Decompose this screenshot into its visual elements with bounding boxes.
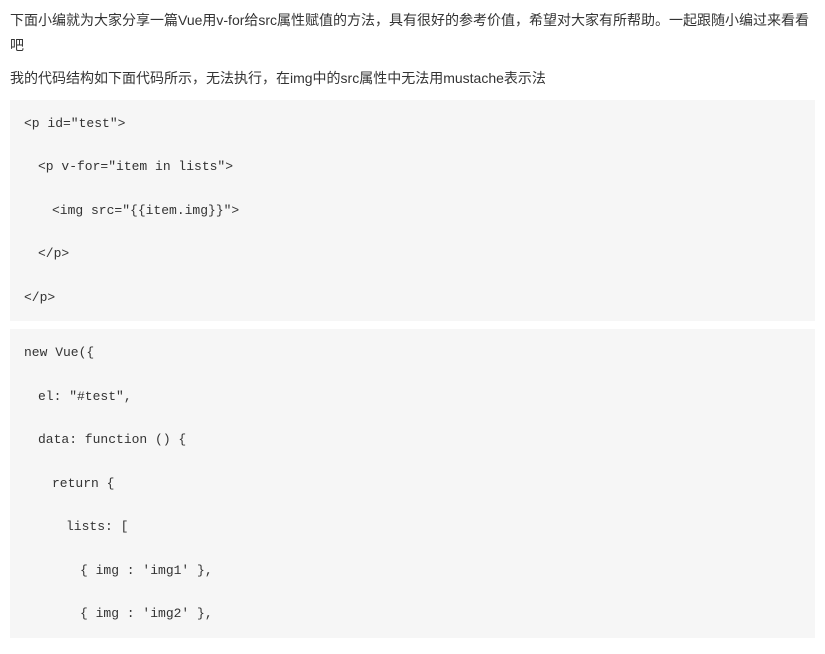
code-line: return { [24, 474, 801, 494]
code-line: <img src="{{item.img}}"> [24, 201, 801, 221]
code-line: <p id="test"> [24, 114, 801, 134]
intro-paragraph: 下面小编就为大家分享一篇Vue用v-for给src属性赋值的方法，具有很好的参考… [0, 8, 825, 58]
code-line: lists: [ [24, 517, 801, 537]
code-line: { img : 'img1' }, [24, 561, 801, 581]
code-line: new Vue({ [24, 343, 801, 363]
code-block-html: <p id="test"> <p v-for="item in lists"> … [10, 100, 815, 322]
code-line: </p> [24, 288, 801, 308]
code-line: el: "#test", [24, 387, 801, 407]
code-line: data: function () { [24, 430, 801, 450]
description-paragraph: 我的代码结构如下面代码所示，无法执行，在img中的src属性中无法用mustac… [0, 66, 825, 91]
code-line: <p v-for="item in lists"> [24, 157, 801, 177]
code-block-js: new Vue({ el: "#test", data: function ()… [10, 329, 815, 638]
code-line: { img : 'img2' }, [24, 604, 801, 624]
code-line: </p> [24, 244, 801, 264]
